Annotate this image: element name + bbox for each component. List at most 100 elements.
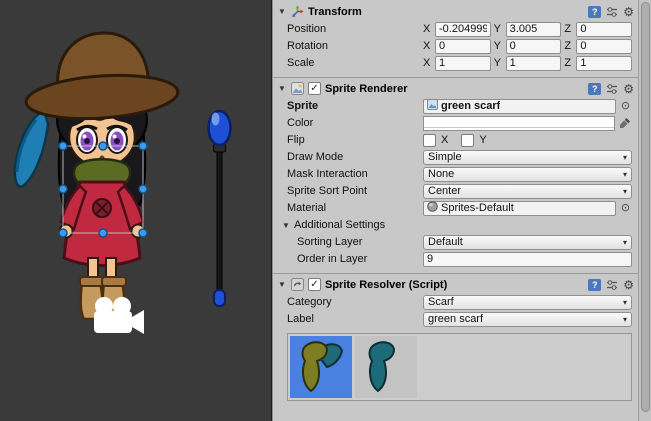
mask-interaction-dropdown[interactable]: None ▾ xyxy=(423,167,632,182)
sprite-field-value: green scarf xyxy=(441,100,500,112)
chevron-down-icon: ▾ xyxy=(623,315,627,324)
scale-y-input[interactable] xyxy=(506,56,562,71)
sprite-resolver-enabled-checkbox[interactable]: ✓ xyxy=(308,278,321,291)
camera-gizmo-icon[interactable] xyxy=(94,297,144,334)
position-z-input[interactable] xyxy=(576,22,632,37)
category-label: Category xyxy=(287,296,423,308)
foldout-icon[interactable]: ▼ xyxy=(281,221,291,230)
sprite-renderer-component: ▼ ✓ Sprite Renderer ? ⚙ Sprite xyxy=(273,77,638,273)
sprite-sort-point-label: Sprite Sort Point xyxy=(287,185,423,197)
alpha-bar xyxy=(424,127,614,130)
transform-title: Transform xyxy=(308,6,362,18)
staff-sprite[interactable] xyxy=(209,111,231,306)
scale-x-input[interactable] xyxy=(435,56,491,71)
label-dropdown[interactable]: green scarf ▾ xyxy=(423,312,632,327)
help-icon[interactable]: ? xyxy=(588,279,601,291)
preset-icon[interactable] xyxy=(606,6,618,18)
order-in-layer-row: Order in Layer xyxy=(297,251,632,267)
axis-z-label[interactable]: Z xyxy=(564,57,573,69)
position-row: Position X Y Z xyxy=(287,21,632,37)
rotation-label: Rotation xyxy=(287,40,423,52)
category-dropdown[interactable]: Scarf ▾ xyxy=(423,295,632,310)
chevron-down-icon: ▾ xyxy=(623,170,627,179)
preset-icon[interactable] xyxy=(606,279,618,291)
rotation-y-input[interactable] xyxy=(506,39,562,54)
check-icon: ✓ xyxy=(310,280,318,290)
draw-mode-row: Draw Mode Simple ▾ xyxy=(287,149,632,165)
draw-mode-value: Simple xyxy=(428,151,621,163)
thumb-green-scarf[interactable] xyxy=(290,336,352,398)
character-dress xyxy=(60,182,145,266)
sprite-sort-point-dropdown[interactable]: Center ▾ xyxy=(423,184,632,199)
color-label: Color xyxy=(287,117,423,129)
scene-view[interactable] xyxy=(0,0,272,421)
order-in-layer-input[interactable] xyxy=(423,252,632,267)
order-in-layer-label: Order in Layer xyxy=(297,253,423,265)
scrollbar-thumb[interactable] xyxy=(641,2,650,412)
scene-canvas xyxy=(0,0,272,421)
transform-icon xyxy=(291,5,304,18)
foldout-icon[interactable]: ▼ xyxy=(277,7,287,16)
sorting-layer-row: Sorting Layer Default ▾ xyxy=(297,234,632,250)
axis-y-label[interactable]: Y xyxy=(494,40,503,52)
material-object-field[interactable]: Sprites-Default xyxy=(423,201,616,216)
transform-component: ▼ Transform ? ⚙ P xyxy=(273,0,638,77)
draw-mode-dropdown[interactable]: Simple ▾ xyxy=(423,150,632,165)
thumb-teal-scarf[interactable] xyxy=(355,336,417,398)
flip-x-checkbox[interactable] xyxy=(423,134,436,147)
axis-x-label[interactable]: X xyxy=(423,40,432,52)
object-picker-icon[interactable]: ⊙ xyxy=(619,99,632,113)
draw-mode-label: Draw Mode xyxy=(287,151,423,163)
position-x-input[interactable] xyxy=(435,22,491,37)
gear-icon[interactable]: ⚙ xyxy=(623,83,634,95)
additional-settings-foldout[interactable]: ▼ Additional Settings xyxy=(281,217,632,233)
foldout-icon[interactable]: ▼ xyxy=(277,280,287,289)
sprite-sort-point-value: Center xyxy=(428,185,621,197)
eyedropper-icon[interactable] xyxy=(618,117,632,129)
label-value: green scarf xyxy=(428,313,621,325)
sprite-field-icon xyxy=(427,99,438,113)
sprite-label: Sprite xyxy=(287,100,423,112)
flip-y-checkbox[interactable] xyxy=(461,134,474,147)
chevron-down-icon: ▾ xyxy=(623,298,627,307)
help-icon[interactable]: ? xyxy=(588,6,601,18)
axis-x-label[interactable]: X xyxy=(423,57,432,69)
character-sprite[interactable] xyxy=(15,33,179,319)
position-label: Position xyxy=(287,23,423,35)
chevron-down-icon: ▾ xyxy=(623,238,627,247)
scale-z-input[interactable] xyxy=(576,56,632,71)
transform-header[interactable]: ▼ Transform ? ⚙ xyxy=(275,3,636,20)
mask-interaction-row: Mask Interaction None ▾ xyxy=(287,166,632,182)
check-icon: ✓ xyxy=(310,84,318,94)
material-icon xyxy=(427,201,438,215)
position-y-input[interactable] xyxy=(506,22,562,37)
help-icon[interactable]: ? xyxy=(588,83,601,95)
preset-icon[interactable] xyxy=(606,83,618,95)
rotation-z-input[interactable] xyxy=(576,39,632,54)
green-scarf-thumbnail-icon xyxy=(293,339,349,395)
object-picker-icon[interactable]: ⊙ xyxy=(619,201,632,215)
axis-y-label[interactable]: Y xyxy=(494,23,503,35)
inspector-scrollbar[interactable] xyxy=(638,0,651,421)
chevron-down-icon: ▾ xyxy=(623,153,627,162)
axis-z-label[interactable]: Z xyxy=(564,23,573,35)
color-swatch[interactable] xyxy=(423,116,615,131)
axis-y-label[interactable]: Y xyxy=(494,57,503,69)
additional-settings-label: Additional Settings xyxy=(294,219,385,231)
sprite-object-field[interactable]: green scarf xyxy=(423,99,616,114)
rotation-row: Rotation X Y Z xyxy=(287,38,632,54)
chevron-down-icon: ▾ xyxy=(623,187,627,196)
gear-icon[interactable]: ⚙ xyxy=(623,6,634,18)
foldout-icon[interactable]: ▼ xyxy=(277,84,287,93)
label-row: Label green scarf ▾ xyxy=(287,311,632,327)
axis-x-label[interactable]: X xyxy=(423,23,432,35)
sprite-renderer-header[interactable]: ▼ ✓ Sprite Renderer ? ⚙ xyxy=(275,80,636,97)
axis-z-label[interactable]: Z xyxy=(564,40,573,52)
label-label: Label xyxy=(287,313,423,325)
rotation-x-input[interactable] xyxy=(435,39,491,54)
sprite-resolver-header[interactable]: ▼ ✓ Sprite Resolver (Script) ? ⚙ xyxy=(275,276,636,293)
sprite-renderer-enabled-checkbox[interactable]: ✓ xyxy=(308,82,321,95)
sorting-layer-dropdown[interactable]: Default ▾ xyxy=(423,235,632,250)
gear-icon[interactable]: ⚙ xyxy=(623,279,634,291)
sprite-renderer-icon xyxy=(291,82,304,95)
